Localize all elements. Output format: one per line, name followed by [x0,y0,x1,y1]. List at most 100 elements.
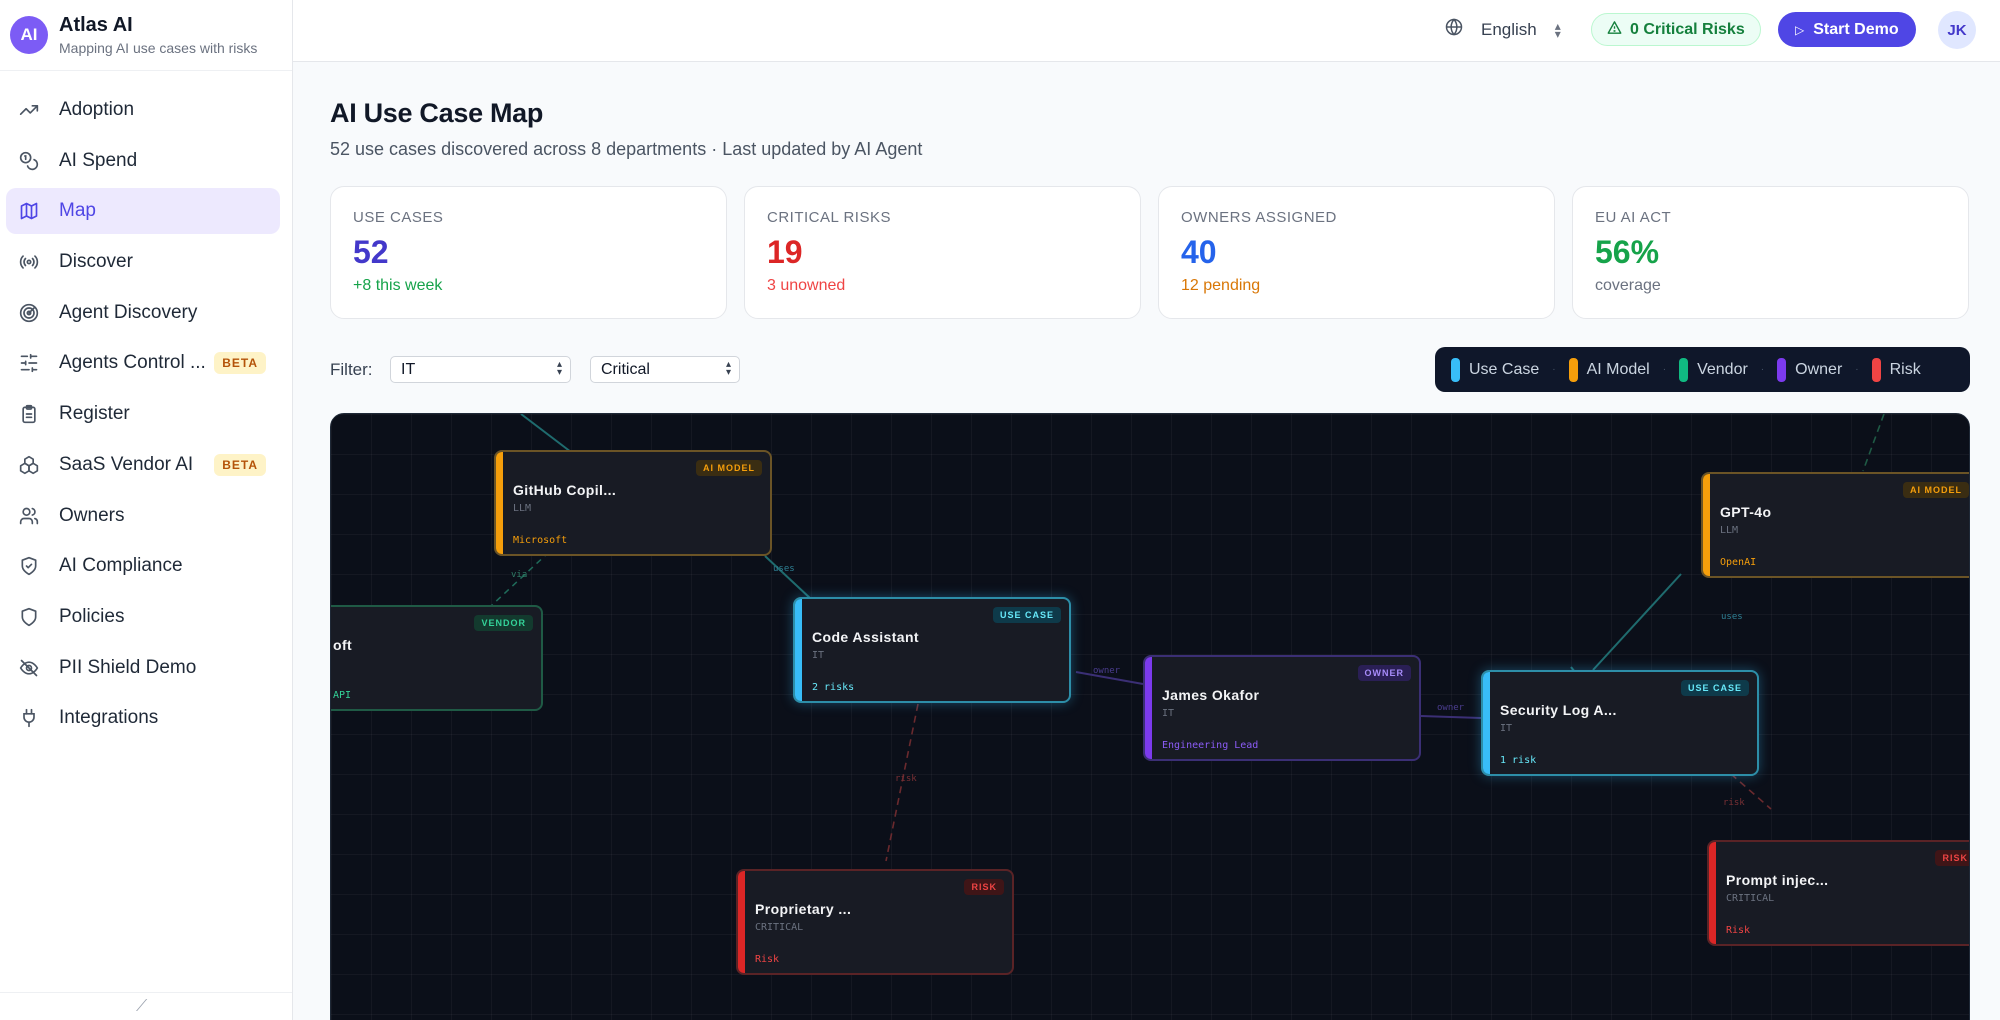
legend-separator: · [1552,364,1556,375]
department-filter-value: IT [401,360,416,378]
start-demo-label: Start Demo [1813,20,1899,38]
stat-label: USE CASES [353,209,444,226]
sidebar-item-label: Discover [59,251,133,273]
sidebar-item-owners[interactable]: Owners [6,493,280,539]
severity-filter-select[interactable]: Critical ▴ ▾ [590,356,740,383]
legend-swatch [1871,357,1881,382]
node-proprietary-risk[interactable]: RISK Proprietary ... CRITICAL Risk [736,869,1014,975]
language-selector[interactable]: English ▴ ▾ [1445,18,1561,41]
sidebar-item-register[interactable]: Register [6,391,280,437]
brand[interactable]: AI Atlas AI Mapping AI use cases with ri… [0,0,292,71]
stat-label: OWNERS ASSIGNED [1181,209,1337,226]
legend-item-owner: Owner [1777,357,1842,382]
sidebar-footer: ⟋ [0,992,292,1020]
node-accent-bar [1145,657,1152,759]
page-subtitle: 52 use cases discovered across 8 departm… [330,139,923,159]
node-name: GitHub Copil... [513,482,617,498]
clipboard-icon [18,403,40,425]
sidebar-item-ai-spend[interactable]: AI Spend [6,138,280,184]
sidebar-item-pii-shield-demo[interactable]: PII Shield Demo [6,645,280,691]
node-name: Code Assistant [812,629,919,645]
brand-logo: AI [10,16,48,54]
critical-risks-badge[interactable]: 0 Critical Risks [1591,13,1761,46]
sidebar-item-map[interactable]: Map [6,188,280,235]
node-name: Prompt injec... [1726,872,1829,888]
node-name: GPT-4o [1720,504,1772,520]
sidebar-item-adoption[interactable]: Adoption [6,87,280,133]
edge-label: owner [1437,703,1465,713]
node-footer: 1 risk [1500,755,1537,766]
shield-check-icon [18,555,40,577]
node-subtype: IT [812,650,825,661]
globe-icon [1445,18,1463,41]
node-code-assistant[interactable]: USE CASE Code Assistant IT 2 risks [793,597,1071,703]
sidebar-item-label: Integrations [59,707,159,729]
sidebar: AI Atlas AI Mapping AI use cases with ri… [0,0,293,1020]
start-demo-button[interactable]: ▷ Start Demo [1778,12,1916,47]
chevron-up-down-icon: ▴ ▾ [725,359,731,378]
legend-item-use-case: Use Case [1451,357,1540,382]
node-github-copilot[interactable]: AI MODEL GitHub Copil... LLM Microsoft [494,450,772,556]
sidebar-item-discover[interactable]: Discover [6,239,280,285]
edge-line [1862,414,1885,472]
legend-separator: · [1760,364,1765,375]
sidebar-item-saas-vendor-ai[interactable]: SaaS Vendor AI BETA [6,442,280,488]
node-type-tag: AI MODEL [1903,482,1969,498]
node-footer: Risk [1726,925,1751,936]
stat-value: 56% [1595,234,1660,270]
stat-value: 52 [353,234,389,270]
edge-label: uses [1721,612,1743,622]
sidebar-item-label: AI Spend [59,149,138,171]
stat-card-critical-risks: CRITICAL RISKS 19 3 unowned [744,186,1141,319]
node-vendor-microsoft[interactable]: VENDOR oft API [331,605,543,711]
node-accent-bar [795,599,802,701]
node-name: Security Log A... [1500,702,1617,718]
stat-subtext: 3 unowned [767,277,846,294]
node-gpt-4o[interactable]: AI MODEL GPT-4o LLM OpenAI [1701,472,1969,578]
radar-icon [18,302,40,324]
radio-icon [18,251,40,273]
node-james-okafor[interactable]: OWNER James Okafor IT Engineering Lead [1143,655,1421,761]
node-subtype: IT [1500,723,1513,734]
legend-swatch [1451,357,1460,382]
stat-subtext: +8 this week [353,277,443,294]
sidebar-item-label: Register [59,403,130,425]
sidebar-item-agents-control[interactable]: Agents Control ... BETA [6,340,280,386]
node-prompt-injection-risk[interactable]: RISK Prompt injec... CRITICAL Risk [1707,840,1969,946]
sidebar-nav: Adoption AI Spend Map Discover Agent Dis… [0,71,292,741]
node-security-log[interactable]: USE CASE Security Log A... IT 1 risk [1481,670,1759,776]
node-type-tag: VENDOR [474,615,533,631]
avatar[interactable]: JK [1938,11,1976,49]
sidebar-item-integrations[interactable]: Integrations [6,695,280,741]
sidebar-item-policies[interactable]: Policies [6,594,280,640]
stat-label: CRITICAL RISKS [767,209,891,226]
map-legend: Use Case · AI Model · Vendor · Owner · R… [1435,347,1970,392]
stat-card-eu-ai-act: EU AI ACT 56% coverage [1572,186,1969,319]
edge-line [1592,573,1682,671]
alert-triangle-icon [1607,20,1622,40]
legend-label: Vendor [1697,360,1748,378]
shield-icon [18,606,40,628]
play-icon: ▷ [1795,22,1805,37]
use-case-map-canvas[interactable]: via uses owner owner risk uses risk AI M… [330,413,1970,1020]
chevron-up-down-icon: ▴ ▾ [556,359,562,378]
sidebar-item-ai-compliance[interactable]: AI Compliance [6,543,280,589]
sidebar-item-agent-discovery[interactable]: Agent Discovery [6,290,280,336]
coins-icon [18,150,40,172]
department-filter-select[interactable]: IT ▴ ▾ [390,356,571,383]
legend-swatch [1679,357,1689,382]
node-footer: Engineering Lead [1162,740,1259,751]
sidebar-item-label: Adoption [59,99,135,120]
edge-label: owner [1093,666,1121,676]
collapse-sidebar-icon[interactable]: ⟋ [136,998,147,1016]
legend-label: Use Case [1469,360,1540,378]
stat-card-use-cases: USE CASES 52 +8 this week [330,186,727,319]
node-footer: OpenAI [1720,557,1757,568]
legend-label: Risk [1889,360,1921,378]
edge-label: risk [895,774,917,784]
node-subtype: CRITICAL [1726,893,1775,904]
eye-off-icon [18,657,40,679]
brand-title: Atlas AI [59,14,133,36]
legend-separator: · [1662,364,1667,375]
legend-swatch [1568,357,1578,382]
